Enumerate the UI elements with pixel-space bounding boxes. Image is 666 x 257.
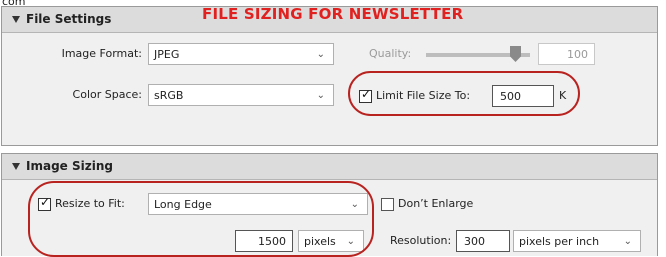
chevron-down-icon: ⌄ xyxy=(623,236,632,247)
image-sizing-header[interactable]: Image Sizing xyxy=(2,154,657,180)
color-space-value: sRGB xyxy=(154,89,184,102)
chevron-down-icon: ⌄ xyxy=(316,90,325,101)
image-sizing-panel: Image Sizing ✓ Resize to Fit: Long Edge … xyxy=(1,153,658,257)
image-format-label: Image Format: xyxy=(61,47,142,60)
dont-enlarge-label: Don’t Enlarge xyxy=(398,197,474,210)
file-settings-header[interactable]: File Settings FILE SIZING FOR NEWSLETTER xyxy=(2,5,657,33)
chevron-down-icon: ⌄ xyxy=(316,49,325,60)
quality-input[interactable]: 100 xyxy=(538,43,595,65)
image-format-value: JPEG xyxy=(154,48,180,61)
file-settings-title: File Settings xyxy=(26,12,112,26)
image-sizing-title: Image Sizing xyxy=(26,159,113,173)
annotation-ring-file-size xyxy=(348,71,580,116)
color-space-select[interactable]: sRGB ⌄ xyxy=(148,84,334,106)
quality-slider-thumb[interactable] xyxy=(510,46,521,62)
resolution-label: Resolution: xyxy=(390,234,452,247)
file-settings-panel: File Settings FILE SIZING FOR NEWSLETTER… xyxy=(1,5,658,146)
resolution-unit-select[interactable]: pixels per inch ⌄ xyxy=(513,230,641,252)
dont-enlarge-checkbox[interactable] xyxy=(381,198,394,211)
resolution-input[interactable]: 300 xyxy=(456,230,510,252)
color-space-label: Color Space: xyxy=(72,88,142,101)
quality-label: Quality: xyxy=(369,47,412,60)
annotation-title: FILE SIZING FOR NEWSLETTER xyxy=(202,5,464,23)
annotation-ring-resize xyxy=(28,181,374,257)
image-format-select[interactable]: JPEG ⌄ xyxy=(148,43,334,65)
